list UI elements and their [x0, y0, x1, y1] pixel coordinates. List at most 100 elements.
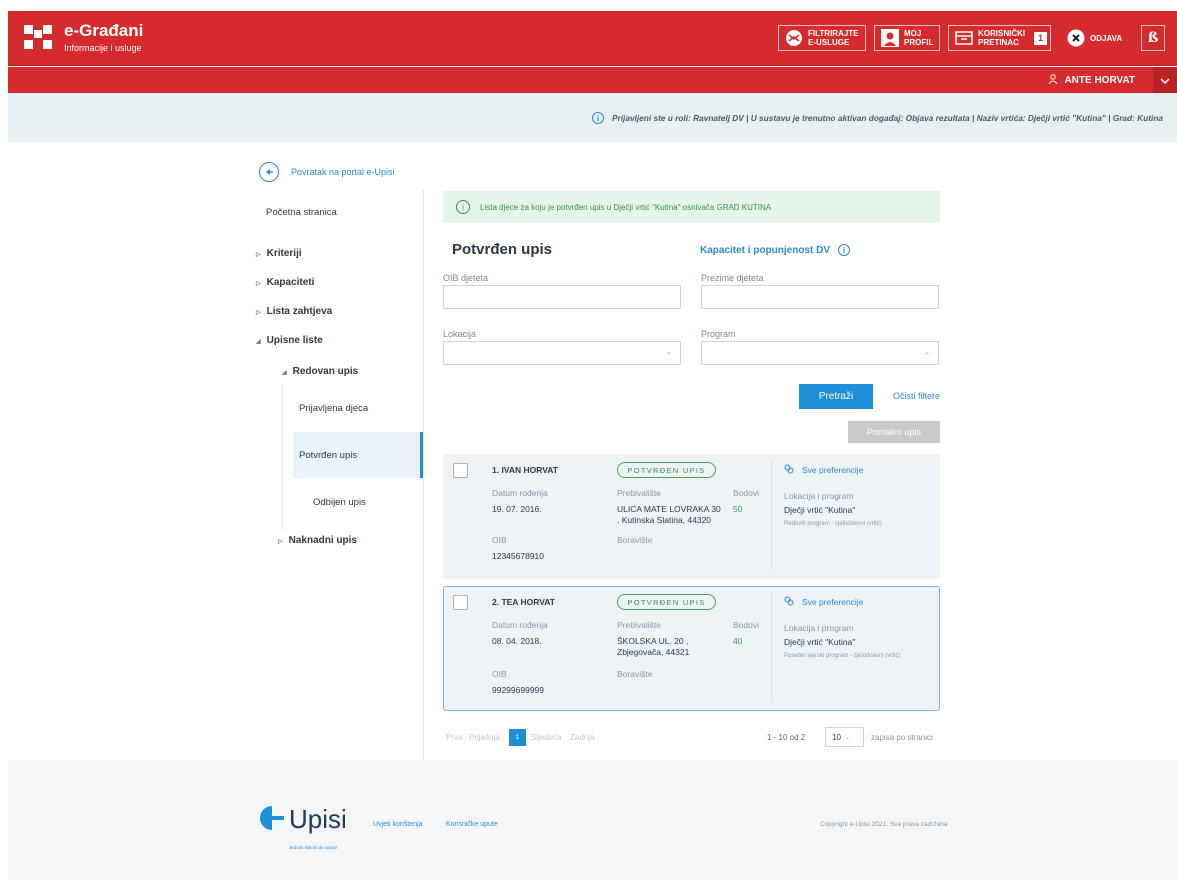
- sidebar-item-naknadni-upis[interactable]: ▷ Naknadni upis: [278, 535, 357, 546]
- accessibility-button[interactable]: ß: [1141, 25, 1165, 51]
- upisi-logo[interactable]: Upisi: [259, 804, 347, 835]
- user-menu[interactable]: ANTE HORVAT: [1048, 74, 1135, 87]
- pagination-current-page[interactable]: 1: [509, 729, 526, 746]
- pagination-next[interactable]: Sljedeća: [531, 733, 562, 742]
- pagination-prev[interactable]: Prijašnja: [469, 733, 500, 742]
- card-divider: [771, 592, 772, 702]
- app-subtitle: Informacije i usluge: [64, 43, 142, 53]
- e-gradani-logo-icon[interactable]: [24, 25, 52, 49]
- kindergarten-name: Dječji vrtić "Kutina": [784, 505, 856, 515]
- footer-link-user-guide[interactable]: Korisničke upute: [446, 821, 498, 828]
- logout-label: ODJAVA: [1090, 33, 1123, 43]
- filter-services-label: FILTRIRAJTE: [808, 29, 859, 38]
- residence-line-1: ULICA MATE LOVRAKA 30: [617, 504, 721, 514]
- oib-label: OIB: [492, 669, 507, 679]
- stay-label: Boravište: [617, 669, 653, 679]
- card-divider: [771, 460, 772, 570]
- program-select[interactable]: ⌄: [701, 341, 939, 365]
- dob-value: 08. 04. 2018.: [492, 636, 542, 646]
- search-button[interactable]: Pretraži: [799, 384, 873, 409]
- footer-link-terms[interactable]: Uvjeti korištenja: [373, 821, 422, 828]
- all-preferences-link[interactable]: Sve preferencije: [784, 464, 863, 476]
- dob-label: Datum rođenja: [492, 620, 548, 630]
- enrollment-card: 1. IVAN HORVAT POTVRĐEN UPIS Datum rođen…: [443, 454, 940, 579]
- inbox-icon: [955, 29, 973, 47]
- user-dropdown-toggle[interactable]: [1153, 67, 1177, 93]
- copyright-text: Copyright e-Upisi 2021. Sva prava zadrža…: [820, 821, 948, 828]
- sidebar-item-lista-zahtjeva[interactable]: ▷ Lista zahtjeva: [256, 306, 332, 317]
- capacity-link[interactable]: Kapacitet i popunjenost DV i: [700, 244, 851, 256]
- back-to-portal-link[interactable]: Povratak na portal e-Upisi: [259, 162, 395, 182]
- dob-value: 19. 07. 2016.: [492, 504, 542, 514]
- oib-value: 12345678910: [492, 551, 545, 561]
- preferences-icon: [784, 596, 794, 608]
- oib-value: 99299699999: [492, 685, 545, 695]
- residence-line-2: , Kutinska Slatina, 44320: [617, 515, 712, 525]
- points-value: 50: [733, 504, 743, 514]
- logout-button[interactable]: ODJAVA: [1061, 25, 1128, 51]
- pagination-last[interactable]: Zadnja: [570, 733, 594, 742]
- clear-filters-link[interactable]: Očisti filtere: [893, 391, 940, 401]
- profile-icon: [881, 29, 899, 47]
- pagination-first[interactable]: Prva: [446, 733, 462, 742]
- info-icon: i: [838, 244, 851, 256]
- filter-services-button[interactable]: FILTRIRAJTE E-USLUGE: [778, 25, 866, 51]
- sidebar-item-upisne-liste[interactable]: ◢ Upisne liste: [256, 335, 323, 346]
- all-preferences-link[interactable]: Sve preferencije: [784, 596, 863, 608]
- kindergarten-name: Dječji vrtić "Kutina": [784, 637, 856, 647]
- caret-down-icon: ◢: [282, 370, 287, 376]
- location-program-label: Lokacija i program: [784, 491, 854, 501]
- status-badge: POTVRĐEN UPIS: [617, 462, 716, 478]
- inbox-label: KORISNIČKI: [978, 29, 1026, 38]
- program-label: Program: [701, 329, 736, 339]
- my-profile-button[interactable]: MOJ PROFIL: [874, 25, 941, 51]
- app-title[interactable]: e-Građani: [64, 21, 143, 41]
- program-name: Redoviti program - cjelodnevni (vrtić): [784, 521, 882, 527]
- footer: Upisi Jednim klikom do upisa! Uvjeti kor…: [8, 760, 1177, 880]
- sidebar-item-kriteriji[interactable]: ▷ Kriteriji: [256, 248, 302, 259]
- sidebar-item-prijavljena-djeca[interactable]: Prijavljena djeca: [299, 403, 368, 414]
- move-enrollment-button[interactable]: Pomakni upis: [848, 421, 940, 443]
- user-inbox-button[interactable]: KORISNIČKI PRETINAC 1: [948, 25, 1052, 51]
- sidebar-item-label: Lista zahtjeva: [266, 306, 333, 317]
- caret-right-icon: ▷: [256, 310, 261, 316]
- points-label: Bodovi: [733, 488, 759, 498]
- my-profile-label-2: PROFIL: [904, 38, 934, 47]
- surname-label: Prezime djeteta: [701, 273, 764, 283]
- my-profile-label: MOJ: [904, 29, 922, 38]
- upisi-tagline: Jednim klikom do upisa!: [289, 845, 338, 850]
- per-page-select[interactable]: 10 ⌄: [825, 727, 864, 747]
- success-text: Lista djece za koju je potvrđen upis u D…: [480, 202, 772, 212]
- sidebar-item-odbijen-upis[interactable]: Odbijen upis: [313, 497, 366, 508]
- caret-right-icon: ▷: [256, 252, 261, 258]
- sidebar-item-potvrden-upis[interactable]: Potvrđen upis: [299, 450, 357, 461]
- row-checkbox[interactable]: [453, 595, 468, 610]
- row-checkbox[interactable]: [453, 463, 468, 478]
- info-icon: i: [456, 200, 470, 214]
- child-name: 1. IVAN HORVAT: [492, 465, 558, 475]
- caret-right-icon: ▷: [278, 539, 283, 545]
- chevron-down-icon: ⌄: [844, 734, 850, 741]
- location-select[interactable]: ⌄: [443, 341, 681, 365]
- user-bar: ANTE HORVAT: [8, 67, 1177, 93]
- upisi-logo-text: Upisi: [289, 804, 347, 834]
- oib-label: OIB: [492, 535, 507, 545]
- sidebar-item-home[interactable]: Početna stranica: [266, 207, 337, 218]
- sidebar-item-redovan-upis[interactable]: ◢ Redovan upis: [282, 366, 358, 377]
- surname-input[interactable]: [701, 285, 939, 309]
- dob-label: Datum rođenja: [492, 488, 548, 498]
- preferences-icon: [784, 464, 794, 476]
- oib-input[interactable]: [443, 285, 681, 309]
- residence-label: Prebivalište: [617, 620, 661, 630]
- subnav-divider: [282, 385, 283, 530]
- status-badge: POTVRĐEN UPIS: [617, 594, 716, 610]
- sidebar-item-kapaciteti[interactable]: ▷ Kapaciteti: [256, 277, 314, 288]
- inbox-count-badge: 1: [1034, 31, 1048, 45]
- sidebar-item-label: Redovan upis: [292, 366, 359, 377]
- points-label: Bodovi: [733, 620, 759, 630]
- sidebar-item-label: Upisne liste: [266, 335, 323, 346]
- residence-line-1: ŠKOLSKA UL. 20 ,: [617, 636, 689, 646]
- back-label: Povratak na portal e-Upisi: [291, 167, 395, 177]
- chevron-down-icon: ⌄: [924, 349, 930, 356]
- per-page-value: 10: [832, 732, 841, 742]
